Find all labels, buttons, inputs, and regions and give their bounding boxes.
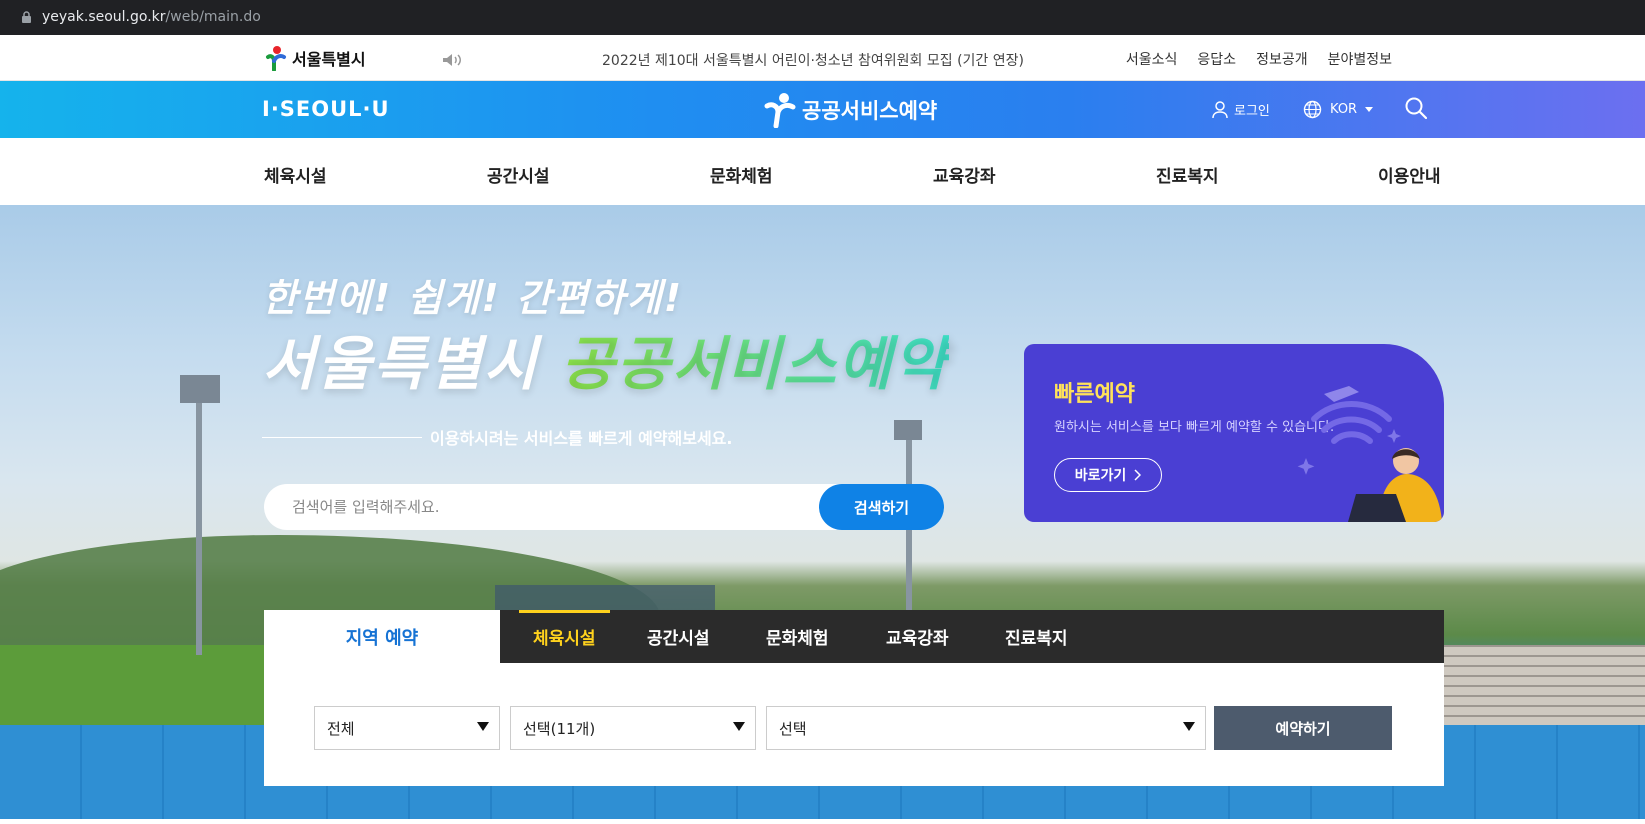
facility-select[interactable]: 선택: [766, 706, 1206, 750]
seoul-logo[interactable]: 서울특별시: [262, 45, 366, 71]
nav-culture[interactable]: 문화체험: [710, 162, 773, 187]
nav-medical-welfare[interactable]: 진료복지: [1156, 162, 1219, 187]
hero-search: 검색하기: [264, 484, 944, 530]
seoul-symbol-icon: [266, 46, 286, 71]
utility-links: 서울소식 응답소 정보공개 분야별정보: [1126, 49, 1392, 69]
tab-sports-facilities[interactable]: 체육시설: [519, 610, 610, 663]
facility-select-value: 선택: [779, 719, 807, 738]
quick-go-label: 바로가기: [1074, 468, 1127, 484]
link-info-disclosure[interactable]: 정보공개: [1256, 49, 1308, 69]
language-label: KOR: [1330, 102, 1358, 117]
hero-section: 한번에! 쉽게! 간편하게! 서울특별시 공공서비스예약 이용하시려는 서비스를…: [0, 205, 1645, 819]
browser-address-bar[interactable]: yeyak.seoul.go.kr/web/main.do: [0, 0, 1645, 35]
link-seoul-news[interactable]: 서울소식: [1126, 49, 1178, 69]
main-header: I·SEOUL·U 공공서비스예약 로그인 KOR: [0, 81, 1645, 138]
nav-education[interactable]: 교육강좌: [933, 162, 996, 187]
category-select[interactable]: 선택(11개): [510, 706, 756, 750]
notice-text[interactable]: 2022년 제10대 서울특별시 어린이·청소년 참여위원회 모집 (기간 연장…: [602, 50, 1024, 70]
slogan-top: 한번에! 쉽게! 간편하게!: [262, 276, 684, 320]
nav-space-facilities[interactable]: 공간시설: [487, 162, 550, 187]
quick-title: 빠른예약: [1054, 382, 1135, 407]
nav-usage-guide[interactable]: 이용안내: [1378, 162, 1441, 187]
url-host: yeyak.seoul.go.kr: [42, 9, 166, 25]
user-icon: [1212, 100, 1228, 118]
category-select-value: 선택(11개): [523, 719, 596, 738]
iseoulu-logo[interactable]: I·SEOUL·U: [262, 97, 390, 121]
url-text[interactable]: yeyak.seoul.go.kr/web/main.do: [42, 9, 261, 25]
quick-desc: 원하시는 서비스를 보다 빠르게 예약할 수 있습니다.: [1054, 420, 1335, 435]
slogan-main: 서울특별시 공공서비스예약: [262, 317, 949, 401]
global-nav: 체육시설 공간시설 문화체험 교육강좌 진료복지 이용안내: [0, 138, 1645, 205]
link-field-info[interactable]: 분야별정보: [1328, 49, 1392, 69]
stadium-light: [894, 420, 922, 440]
search-icon[interactable]: [1405, 97, 1427, 119]
light-pole: [196, 395, 202, 655]
stadium-light: [180, 375, 220, 403]
region-reservation-panel: 지역 예약 체육시설 공간시설 문화체험 교육강좌 진료복지 전체 선택(11개…: [264, 610, 1444, 786]
brand-text: 공공서비스예약: [802, 99, 938, 123]
top-utility-bar: 서울특별시 2022년 제10대 서울특별시 어린이·청소년 참여위원회 모집 …: [0, 35, 1645, 81]
quick-go-button[interactable]: 바로가기: [1054, 458, 1162, 492]
person-laptop-illustration: [1297, 386, 1442, 522]
tab-education[interactable]: 교육강좌: [886, 610, 949, 663]
region-tab[interactable]: 지역 예약: [264, 610, 500, 663]
lock-icon: [22, 11, 31, 23]
slogan-city: 서울특별시: [262, 330, 539, 398]
link-eungdapso[interactable]: 응답소: [1197, 49, 1236, 69]
speaker-icon: [443, 54, 461, 66]
tab-space-facilities[interactable]: 공간시설: [647, 610, 710, 663]
tab-culture[interactable]: 문화체험: [766, 610, 829, 663]
dropdown-arrow-icon: [733, 722, 745, 731]
hero-search-input[interactable]: [292, 484, 802, 530]
globe-icon: [1303, 100, 1322, 119]
hero-subline: 이용하시려는 서비스를 빠르게 예약해보세요.: [262, 425, 732, 449]
nav-sports-facilities[interactable]: 체육시설: [264, 162, 327, 187]
tab-medical-welfare[interactable]: 진료복지: [1005, 610, 1068, 663]
language-select[interactable]: KOR: [1303, 100, 1374, 119]
seoul-logo-text: 서울특별시: [292, 50, 366, 69]
dropdown-arrow-icon: [1183, 722, 1195, 731]
area-select[interactable]: 전체: [314, 706, 500, 750]
hero-search-button[interactable]: 검색하기: [819, 484, 944, 530]
caret-down-icon: [1365, 107, 1374, 112]
dropdown-arrow-icon: [477, 722, 489, 731]
subline-rule: [262, 436, 422, 438]
url-path: /web/main.do: [165, 9, 261, 25]
quick-reservation-card[interactable]: 빠른예약 원하시는 서비스를 보다 빠르게 예약할 수 있습니다. 바로가기: [1024, 344, 1444, 522]
service-brand-logo[interactable]: 공공서비스예약: [762, 92, 937, 128]
login-button[interactable]: 로그인: [1212, 100, 1270, 119]
subline-text: 이용하시려는 서비스를 빠르게 예약해보세요.: [430, 429, 733, 448]
login-label: 로그인: [1234, 104, 1270, 119]
reserve-button[interactable]: 예약하기: [1214, 706, 1392, 750]
brand-symbol-icon: [764, 93, 796, 128]
area-select-value: 전체: [327, 719, 355, 738]
chevron-right-icon: [1134, 469, 1142, 481]
slogan-highlight: 공공서비스예약: [561, 330, 949, 398]
